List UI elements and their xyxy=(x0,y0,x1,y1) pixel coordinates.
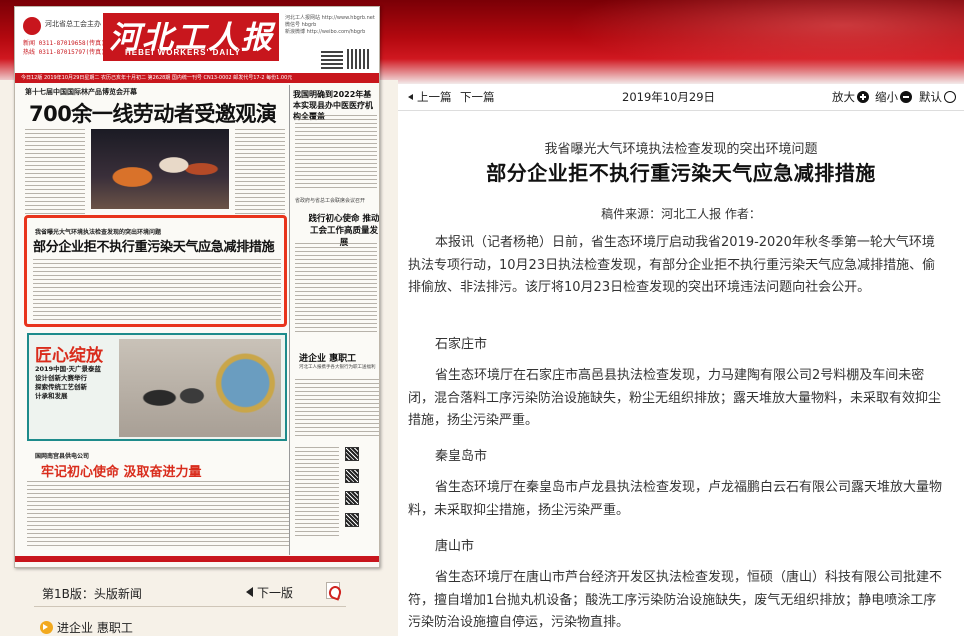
zoom-out-label: 缩小 xyxy=(875,90,898,104)
masthead-info: 河北工人报网站 http://www.hbgrb.net 微信号 hbgrb 新… xyxy=(285,15,375,35)
feature-line: 探索传统工艺创新 xyxy=(35,383,87,391)
qr-code-icon xyxy=(347,49,369,69)
text-block xyxy=(295,447,339,537)
qr-code-icon xyxy=(345,447,359,461)
qr-code-icon xyxy=(321,49,343,69)
zoom-out-button[interactable]: 缩小 xyxy=(875,89,912,105)
divider xyxy=(34,606,346,607)
next-article-button[interactable]: 下一篇 xyxy=(460,89,495,105)
right-box-title[interactable]: 进企业 惠职工 xyxy=(299,351,356,364)
list-item-label: 进企业 惠职工 xyxy=(57,621,133,635)
header-shine xyxy=(520,0,964,84)
pdf-icon[interactable] xyxy=(326,582,340,599)
text-block xyxy=(295,379,379,439)
masthead-phone: 新闻 0311-87019658(传真) 热线 0311-87015797(传真… xyxy=(23,40,105,56)
newspaper-date-bar: 今日12版 2019年10月29日星期二 农历己亥年十月初二 第2628期 国内… xyxy=(15,73,379,83)
side-small-headline: 省政府与省总工会联席会议召开 xyxy=(295,198,366,204)
highlight-kicker: 我省曝光大气环境执法检查发现的突出环境问题 xyxy=(35,229,162,236)
newspaper-english-title: HEBEI WORKERS' DAILY xyxy=(125,48,241,57)
article-title: 部分企业拒不执行重污染天气应急减排措施 xyxy=(486,161,876,185)
prev-article-button[interactable]: 上一篇 xyxy=(408,89,452,105)
zoom-in-button[interactable]: 放大 xyxy=(832,89,869,105)
zoom-in-label: 放大 xyxy=(832,90,855,104)
article-list-item[interactable]: 进企业 惠职工 xyxy=(40,619,133,636)
text-block xyxy=(295,243,377,333)
performance-photo[interactable] xyxy=(91,129,229,209)
article-kicker: 我省曝光大气环境执法检查发现的突出环境问题 xyxy=(544,142,818,157)
arrow-left-icon xyxy=(246,587,253,597)
text-block xyxy=(235,129,285,215)
feature-title[interactable]: 匠心绽放 xyxy=(35,341,103,366)
issue-date: 2019年10月29日 xyxy=(622,90,716,104)
default-size-label: 默认 xyxy=(919,90,942,104)
section-heading: 石家庄市 xyxy=(435,337,488,352)
default-size-button[interactable]: 默认 xyxy=(919,89,956,105)
story-kicker: 第十七届中国国际林产品博览会开幕 xyxy=(25,88,137,96)
exhibition-photo[interactable] xyxy=(119,339,281,437)
article-meta: 稿件来源：河北工人报 作者： xyxy=(601,207,761,221)
feature-line: 计承和发展 xyxy=(35,392,68,400)
newspaper-page-thumbnail[interactable]: 河北省总工会主办 新闻 0311-87019658(传真) 热线 0311-87… xyxy=(14,6,380,568)
column-divider xyxy=(289,85,290,555)
newspaper-footer-bar xyxy=(15,556,379,562)
article-paragraph: 省生态环境厅在石家庄市高邑县执法检查发现，力马建陶有限公司2号料棚及车间未密闭，… xyxy=(408,368,942,428)
article-paragraph: 省生态环境厅在秦皇岛市卢龙县执法检查发现，卢龙福鹏白云石有限公司露天堆放大量物料… xyxy=(408,480,943,518)
article-paragraph: 本报讯（记者杨艳）日前，省生态环境厅启动我省2019-2020年秋冬季第一轮大气… xyxy=(408,235,936,295)
story-headline[interactable]: 700余一线劳动者受邀观演 xyxy=(29,98,277,128)
article-paragraph: 省生态环境厅在唐山市芦台经济开发区执法检查发现，恒硕（唐山）科技有限公司批建不符… xyxy=(408,570,943,630)
radio-circle-icon xyxy=(944,91,956,103)
next-page-link[interactable]: 下一版 xyxy=(246,584,293,601)
highlight-title[interactable]: 部分企业拒不执行重污染天气应急减排措施 xyxy=(33,236,275,255)
section-heading: 唐山市 xyxy=(435,539,475,554)
page-version-label: 第1B版：头版新闻 xyxy=(42,587,142,601)
feature-line: 2019中国·天广景泰蓝 xyxy=(35,365,102,373)
zoom-in-icon xyxy=(857,91,869,103)
masthead: 河北省总工会主办 新闻 0311-87019658(传真) 热线 0311-87… xyxy=(15,7,379,73)
qr-code-icon xyxy=(345,491,359,505)
story-kicker-2: 国网南宫县供电公司 xyxy=(35,453,90,460)
toolbar-divider xyxy=(398,110,964,111)
right-box-subtitle: 河北工人报携手各大银行为职工送福利 xyxy=(299,365,376,370)
arrow-left-icon xyxy=(408,94,413,100)
next-page-label: 下一版 xyxy=(257,586,294,600)
feature-subtitles: 2019中国·天广景泰蓝 设计创新大赛举行 探索传统工艺创新 计承和发展 xyxy=(35,365,101,401)
qr-code-icon xyxy=(345,513,359,527)
text-block xyxy=(25,129,85,215)
text-block xyxy=(33,259,281,323)
masthead-sponsor: 河北省总工会主办 xyxy=(45,20,101,28)
section-heading: 秦皇岛市 xyxy=(435,449,488,464)
text-block xyxy=(295,115,377,191)
zoom-out-icon xyxy=(900,91,912,103)
qr-code-icon xyxy=(345,469,359,483)
text-block xyxy=(27,481,289,547)
prev-article-label: 上一篇 xyxy=(417,90,452,104)
play-bullet-icon xyxy=(40,621,53,634)
story-headline-2[interactable]: 牢记初心使命 汲取奋进力量 xyxy=(41,461,202,480)
union-logo-icon xyxy=(23,17,41,35)
feature-line: 设计创新大赛举行 xyxy=(35,374,87,382)
